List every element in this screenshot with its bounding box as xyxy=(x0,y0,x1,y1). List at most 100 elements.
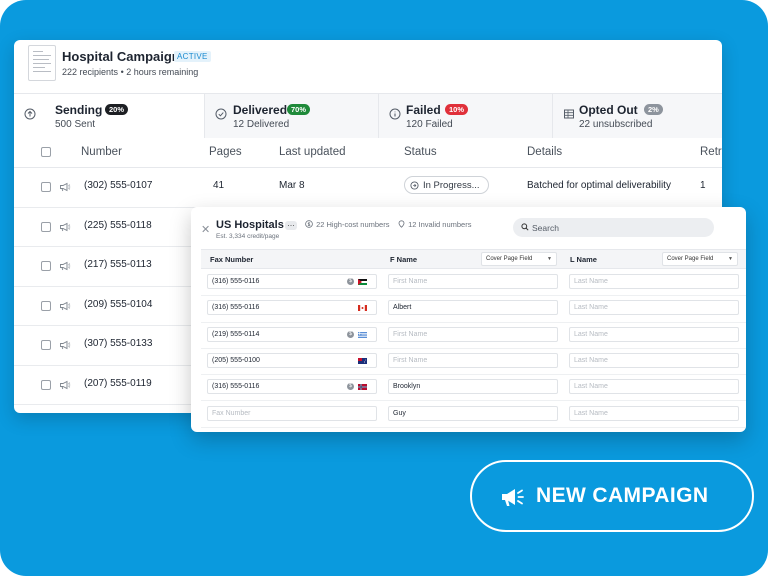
tab-subtext: 120 Failed xyxy=(406,119,453,130)
megaphone-icon xyxy=(502,489,524,506)
column-header-first-name: F Name xyxy=(390,255,418,264)
table-icon xyxy=(564,109,574,119)
retries-count: 1 xyxy=(700,180,706,191)
tab-label: Delivered xyxy=(233,103,288,117)
recipients-count: 222 recipients xyxy=(62,67,119,77)
fax-number-value: (316) 555-0116 xyxy=(212,278,260,285)
norway-flag-icon xyxy=(358,384,367,391)
column-header-details[interactable]: Details xyxy=(527,146,562,158)
invalid-count: 12 Invalid numbers xyxy=(408,220,472,229)
close-icon[interactable]: ✕ xyxy=(201,223,210,236)
column-header-last-updated[interactable]: Last updated xyxy=(279,146,346,158)
last-name-field[interactable]: Last Name xyxy=(569,274,739,289)
invalid-indicator: 12 Invalid numbers xyxy=(398,220,471,229)
megaphone-icon xyxy=(60,261,71,271)
select-value: Cover Page Field xyxy=(667,256,714,262)
campaign-title: Hospital Campaign xyxy=(62,49,180,64)
row-checkbox[interactable] xyxy=(41,261,51,271)
fax-number-field[interactable]: (316) 555-0116 $ xyxy=(207,274,377,289)
cover-page-field-select-fname[interactable]: Cover Page Field ▼ xyxy=(481,252,557,266)
first-name-field[interactable]: Brooklyn xyxy=(388,379,558,395)
tab-badge: 10% xyxy=(445,104,469,115)
last-name-field[interactable]: Last Name xyxy=(569,352,739,368)
fax-number-value: (219) 555-0114 xyxy=(212,330,260,338)
column-header-retries[interactable]: Retr xyxy=(700,146,722,158)
list-row: (219) 555-0114 $ First Name Last Name xyxy=(201,323,746,349)
list-row: (316) 555-0116 $ Brooklyn Last Name xyxy=(201,375,746,402)
column-header-status[interactable]: Status xyxy=(404,146,437,158)
search-icon xyxy=(521,223,529,231)
status-tabs: Sending 20% 500 Sent Delivered 70% 12 De… xyxy=(14,94,722,138)
fax-number-field[interactable]: (316) 555-0116 xyxy=(207,300,377,316)
fax-number-value: (316) 555-0116 xyxy=(212,383,260,391)
fax-number-field[interactable]: Fax Number xyxy=(207,405,377,421)
high-cost-indicator: 22 High-cost numbers xyxy=(305,220,389,229)
new-campaign-button[interactable]: NEW CAMPAIGN xyxy=(470,460,754,532)
list-row: Fax Number Guy Last Name xyxy=(201,402,746,428)
fax-number-field[interactable]: (316) 555-0116 $ xyxy=(207,379,377,395)
column-header-pages[interactable]: Pages xyxy=(209,146,242,158)
fax-number-value: Fax Number xyxy=(212,409,251,417)
select-all-checkbox[interactable] xyxy=(41,147,51,157)
progress-icon xyxy=(410,181,419,190)
tab-delivered[interactable]: Delivered 70% 12 Delivered xyxy=(205,94,379,138)
high-cost-icon: $ xyxy=(347,278,354,285)
pages-count: 41 xyxy=(213,180,225,191)
megaphone-icon xyxy=(60,182,71,192)
fax-number: (225) 555-0118 xyxy=(84,219,152,231)
status-badge: ACTIVE xyxy=(174,51,211,62)
megaphone-icon xyxy=(60,380,71,389)
table-header: Number Pages Last updated Status Details… xyxy=(14,138,722,168)
first-name-field[interactable]: First Name xyxy=(388,274,558,289)
first-name-field[interactable]: First Name xyxy=(388,352,558,368)
details-text: Batched for optimal deliverability xyxy=(527,180,671,191)
tab-badge: 2% xyxy=(644,104,663,115)
tab-subtext: 22 unsubscribed xyxy=(579,119,653,130)
fax-number-field[interactable]: (219) 555-0114 $ xyxy=(207,326,377,342)
new-campaign-label: NEW CAMPAIGN xyxy=(536,484,709,507)
column-header-last-name: L Name xyxy=(570,255,597,264)
fax-number: (207) 555-0119 xyxy=(84,377,152,389)
last-name-field[interactable]: Last Name xyxy=(569,300,739,316)
last-name-field[interactable]: Last Name xyxy=(569,326,739,342)
chevron-down-icon: ▼ xyxy=(728,256,733,262)
last-updated: Mar 8 xyxy=(279,180,305,191)
first-name-field[interactable]: Albert xyxy=(388,300,558,316)
table-row[interactable]: (302) 555-0107 41 Mar 8 In Progress... B… xyxy=(14,168,722,208)
row-checkbox[interactable] xyxy=(41,379,51,390)
tab-opted-out[interactable]: Opted Out 2% 22 unsubscribed xyxy=(553,94,722,138)
row-checkbox[interactable] xyxy=(41,340,51,350)
list-title: US Hospitals xyxy=(216,219,284,231)
credit-estimate: Est. 3,334 credit/page xyxy=(216,233,280,240)
fax-number: (302) 555-0107 xyxy=(84,180,153,191)
recipient-list-panel: ✕ US Hospitals … Est. 3,334 credit/page … xyxy=(191,207,746,432)
tab-subtext: 12 Delivered xyxy=(233,119,290,130)
greece-flag-icon xyxy=(358,331,367,338)
list-row: (316) 555-0116 Albert Last Name xyxy=(201,296,746,323)
row-checkbox[interactable] xyxy=(41,221,51,232)
more-options-button[interactable]: … xyxy=(285,220,297,230)
time-remaining: 2 hours remaining xyxy=(126,67,199,77)
tab-failed[interactable]: Failed 10% 120 Failed xyxy=(379,94,553,138)
fax-number-field[interactable]: (205) 555-0100 xyxy=(207,352,377,368)
tab-sending[interactable]: Sending 20% 500 Sent xyxy=(14,94,205,138)
high-cost-icon: $ xyxy=(347,330,354,338)
campaign-header: Hospital Campaign ACTIVE 222 recipients … xyxy=(14,40,722,94)
chevron-down-icon: ▼ xyxy=(547,256,552,262)
first-name-field[interactable]: Guy xyxy=(388,405,558,421)
tab-badge: 70% xyxy=(287,104,311,115)
last-name-field[interactable]: Last Name xyxy=(569,405,739,421)
document-thumbnail xyxy=(28,45,56,81)
fax-number: (217) 555-0113 xyxy=(84,259,152,270)
column-header-number[interactable]: Number xyxy=(81,146,122,158)
row-checkbox[interactable] xyxy=(41,182,51,192)
row-checkbox[interactable] xyxy=(41,300,51,311)
first-name-field[interactable]: First Name xyxy=(388,326,558,342)
status-pill: In Progress... xyxy=(404,176,489,194)
check-circle-icon xyxy=(215,108,227,120)
fax-number-value: (205) 555-0100 xyxy=(212,356,260,364)
cover-page-field-select-lname[interactable]: Cover Page Field ▼ xyxy=(662,252,738,266)
last-name-field[interactable]: Last Name xyxy=(569,379,739,395)
search-input[interactable] xyxy=(532,220,702,235)
tab-label: Sending xyxy=(55,103,103,117)
